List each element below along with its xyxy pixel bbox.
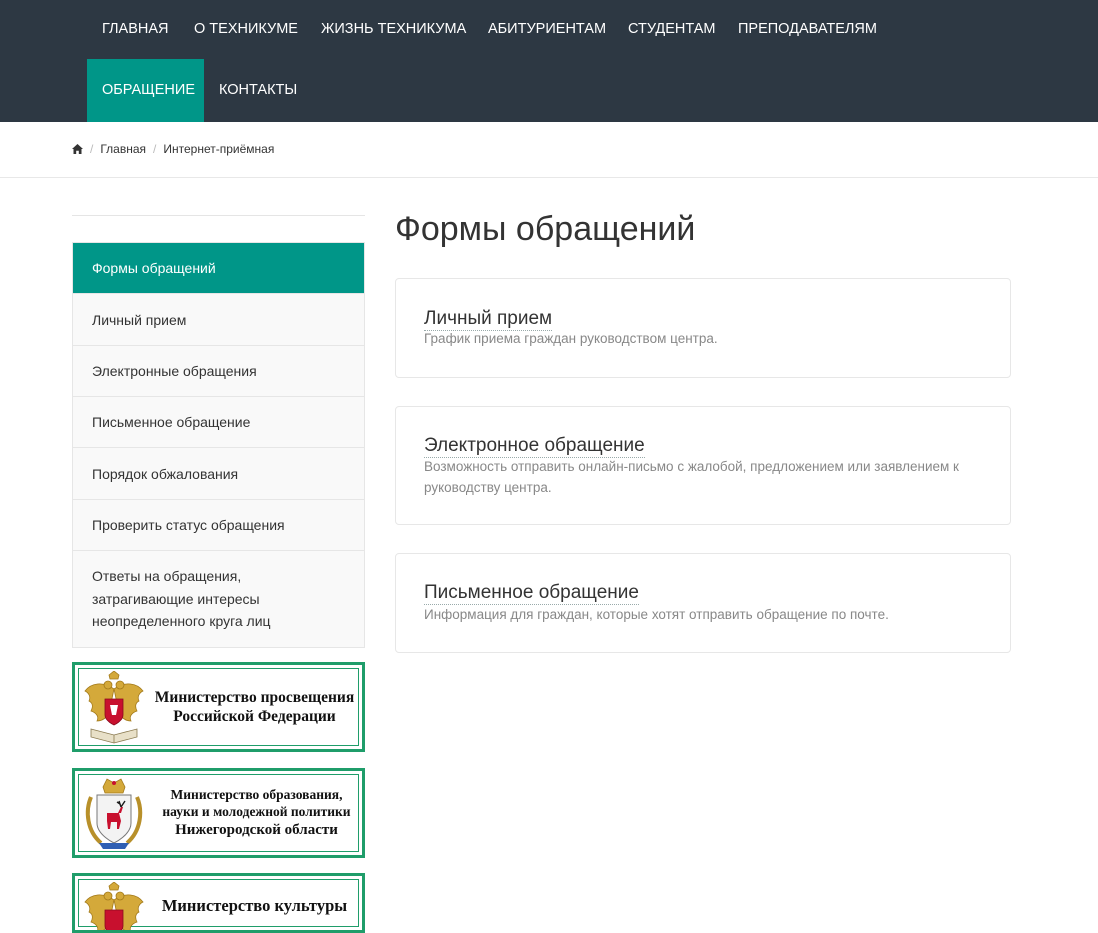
- sidebar-item-label: Порядок обжалования: [92, 466, 239, 482]
- breadcrumb-current: Интернет-приёмная: [163, 142, 275, 156]
- sidebar-item-appeal-forms[interactable]: Формы обращений: [73, 243, 364, 294]
- appeal-card-personal[interactable]: Личный прием График приема граждан руков…: [395, 278, 1011, 378]
- card-description: Возможность отправить онлайн-письмо с жа…: [424, 459, 959, 495]
- top-navigation: ГЛАВНАЯ О ТЕХНИКУМЕ ЖИЗНЬ ТЕХНИКУМА АБИТ…: [0, 0, 1098, 122]
- banner-line: Нижегородской области: [175, 821, 338, 838]
- nav-item-life[interactable]: ЖИЗНЬ ТЕХНИКУМА: [306, 0, 481, 59]
- card-description: График приема граждан руководством центр…: [424, 331, 718, 346]
- breadcrumb-separator: /: [153, 142, 157, 156]
- banner-line: науки и молодежной политики: [162, 803, 351, 819]
- banner-line: Министерство просвещения: [154, 688, 355, 706]
- banner-title: Министерство образования, науки и молоде…: [155, 771, 358, 855]
- breadcrumb-home-link[interactable]: Главная: [100, 142, 146, 156]
- appeal-card-written[interactable]: Письменное обращение Информация для граж…: [395, 553, 1011, 653]
- sidebar-item-electronic-appeals[interactable]: Электронные обращения: [73, 346, 364, 397]
- appeal-card-electronic[interactable]: Электронное обращение Возможность отправ…: [395, 406, 1011, 525]
- sidebar-item-label: Ответы на обращения, затрагивающие интер…: [92, 568, 271, 629]
- sidebar-menu: Формы обращений Личный прием Электронные…: [72, 242, 365, 648]
- banner-ministry-of-education-nn[interactable]: Министерство образования, науки и молоде…: [72, 768, 365, 858]
- nav-item-students[interactable]: СТУДЕНТАМ: [613, 0, 731, 59]
- banner-title: Министерство культуры: [151, 876, 358, 930]
- breadcrumb-separator: /: [90, 142, 94, 156]
- nav-item-home[interactable]: ГЛАВНАЯ: [87, 0, 184, 59]
- sidebar-item-written-appeal[interactable]: Письменное обращение: [73, 397, 364, 448]
- page-title: Формы обращений: [395, 210, 696, 248]
- card-title-link[interactable]: Письменное обращение: [424, 582, 639, 605]
- nav-item-appeal[interactable]: ОБРАЩЕНИЕ: [87, 59, 204, 122]
- sidebar-item-label: Письменное обращение: [92, 414, 251, 430]
- sidebar-item-appeal-procedure[interactable]: Порядок обжалования: [73, 448, 364, 500]
- card-title-link[interactable]: Электронное обращение: [424, 435, 645, 458]
- sidebar-item-label: Проверить статус обращения: [92, 517, 285, 533]
- sidebar-top-divider: [72, 215, 365, 216]
- banner-title: Министерство просвещения Российской Феде…: [151, 665, 358, 749]
- sidebar-item-personal-reception[interactable]: Личный прием: [73, 294, 364, 346]
- banner-ministry-of-culture[interactable]: Министерство культуры: [72, 873, 365, 933]
- breadcrumb: / Главная / Интернет-приёмная: [72, 141, 274, 157]
- sidebar-item-label: Формы обращений: [92, 260, 216, 276]
- breadcrumb-divider: [0, 177, 1098, 178]
- banner-ministry-of-education-rf[interactable]: Министерство просвещения Российской Феде…: [72, 662, 365, 752]
- nav-item-contacts[interactable]: КОНТАКТЫ: [204, 59, 312, 122]
- sidebar-item-label: Личный прием: [92, 312, 187, 328]
- nav-item-about[interactable]: О ТЕХНИКУМЕ: [179, 0, 313, 59]
- home-icon[interactable]: [72, 144, 83, 154]
- banner-line: Российской Федерации: [173, 708, 336, 725]
- nav-item-teachers[interactable]: ПРЕПОДАВАТЕЛЯМ: [723, 0, 892, 59]
- card-description: Информация для граждан, которые хотят от…: [424, 607, 889, 622]
- sidebar-item-public-answers[interactable]: Ответы на обращения, затрагивающие интер…: [73, 551, 364, 647]
- sidebar-item-check-status[interactable]: Проверить статус обращения: [73, 500, 364, 551]
- banner-line: Министерство образования,: [170, 786, 343, 802]
- nav-item-applicants[interactable]: АБИТУРИЕНТАМ: [473, 0, 621, 59]
- sidebar-item-label: Электронные обращения: [92, 363, 257, 379]
